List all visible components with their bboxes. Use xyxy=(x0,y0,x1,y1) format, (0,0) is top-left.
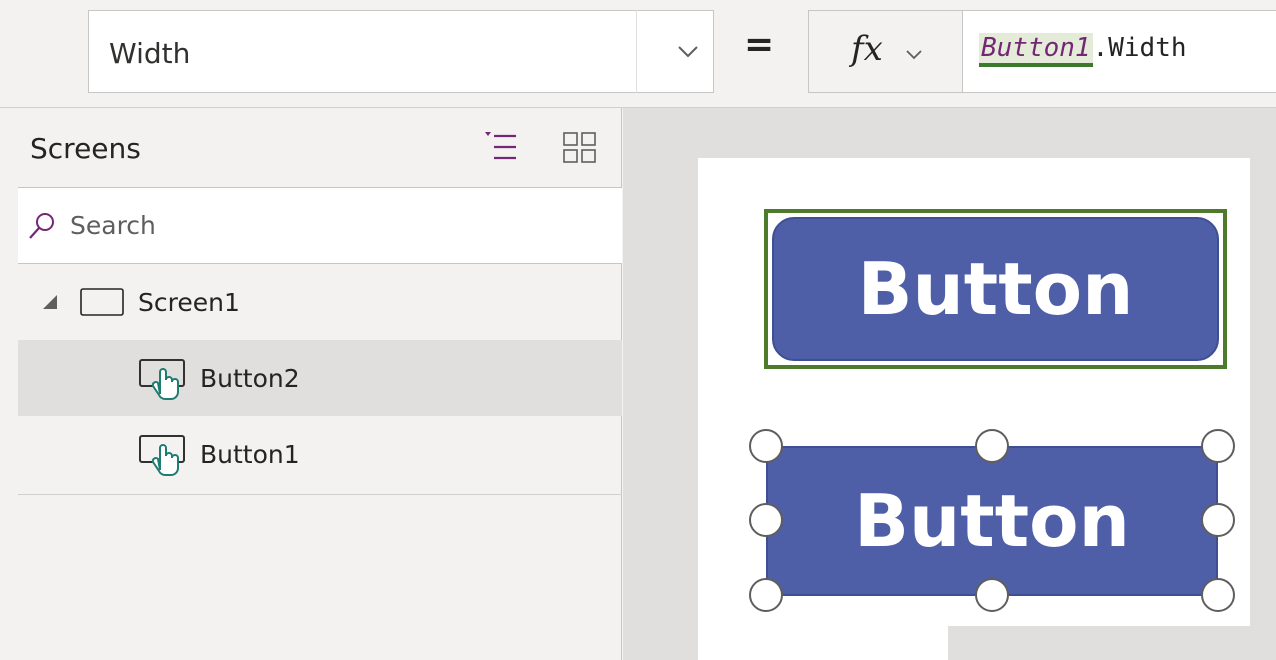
screen-icon xyxy=(80,288,124,316)
formula-property-text: .Width xyxy=(1092,33,1187,63)
resize-handle-bottom-center[interactable] xyxy=(975,578,1009,612)
button-control-icon xyxy=(139,435,185,476)
canvas-button2-selected[interactable]: Button xyxy=(766,446,1218,596)
search-icon xyxy=(29,213,54,239)
tree-item-label: Screen1 xyxy=(138,288,240,317)
property-divider xyxy=(636,10,637,93)
equals-sign: = xyxy=(744,24,775,65)
tree-divider xyxy=(18,494,622,495)
resize-handle-middle-left[interactable] xyxy=(749,503,783,537)
tree-view-title: Screens xyxy=(30,132,141,165)
property-value: Width xyxy=(109,37,191,70)
chevron-down-icon xyxy=(678,46,698,58)
formula-reference-token: Button1 xyxy=(979,33,1093,67)
formula-input[interactable]: Button1.Width xyxy=(962,10,1276,93)
screen-canvas-bottom xyxy=(698,626,948,660)
resize-handle-middle-right[interactable] xyxy=(1201,503,1235,537)
button-control-icon xyxy=(139,359,185,400)
button1-reference-highlight: Button xyxy=(764,209,1227,369)
formula-bar: Width = fx Button1.Width xyxy=(0,0,1276,108)
search-input[interactable] xyxy=(70,205,590,245)
tree-view-header: Screens xyxy=(18,108,622,188)
resize-handle-top-center[interactable] xyxy=(975,429,1009,463)
resize-handle-top-left[interactable] xyxy=(749,429,783,463)
tree-item-label: Button2 xyxy=(200,364,300,393)
tree-item-screen1[interactable]: Screen1 xyxy=(18,264,622,340)
resize-handle-bottom-right[interactable] xyxy=(1201,578,1235,612)
tree-view-pane: Screens Screen1 xyxy=(18,108,622,660)
search-box xyxy=(18,188,622,264)
formula-text: Button1.Width xyxy=(979,33,1187,67)
thumbnail-view-icon[interactable] xyxy=(563,132,597,164)
fx-label: fx xyxy=(851,29,883,69)
fx-button[interactable]: fx xyxy=(808,10,963,93)
tree-view-icon[interactable] xyxy=(484,132,518,162)
tree-item-button2[interactable]: Button2 xyxy=(18,340,622,416)
tree-item-button1[interactable]: Button1 xyxy=(18,416,622,492)
tree-item-label: Button1 xyxy=(200,440,300,469)
canvas-button1[interactable]: Button xyxy=(772,217,1219,361)
expand-caret-icon[interactable] xyxy=(42,294,58,310)
resize-handle-bottom-left[interactable] xyxy=(749,578,783,612)
fx-chevron-icon xyxy=(906,50,922,60)
resize-handle-top-right[interactable] xyxy=(1201,429,1235,463)
property-dropdown[interactable]: Width xyxy=(88,10,714,93)
